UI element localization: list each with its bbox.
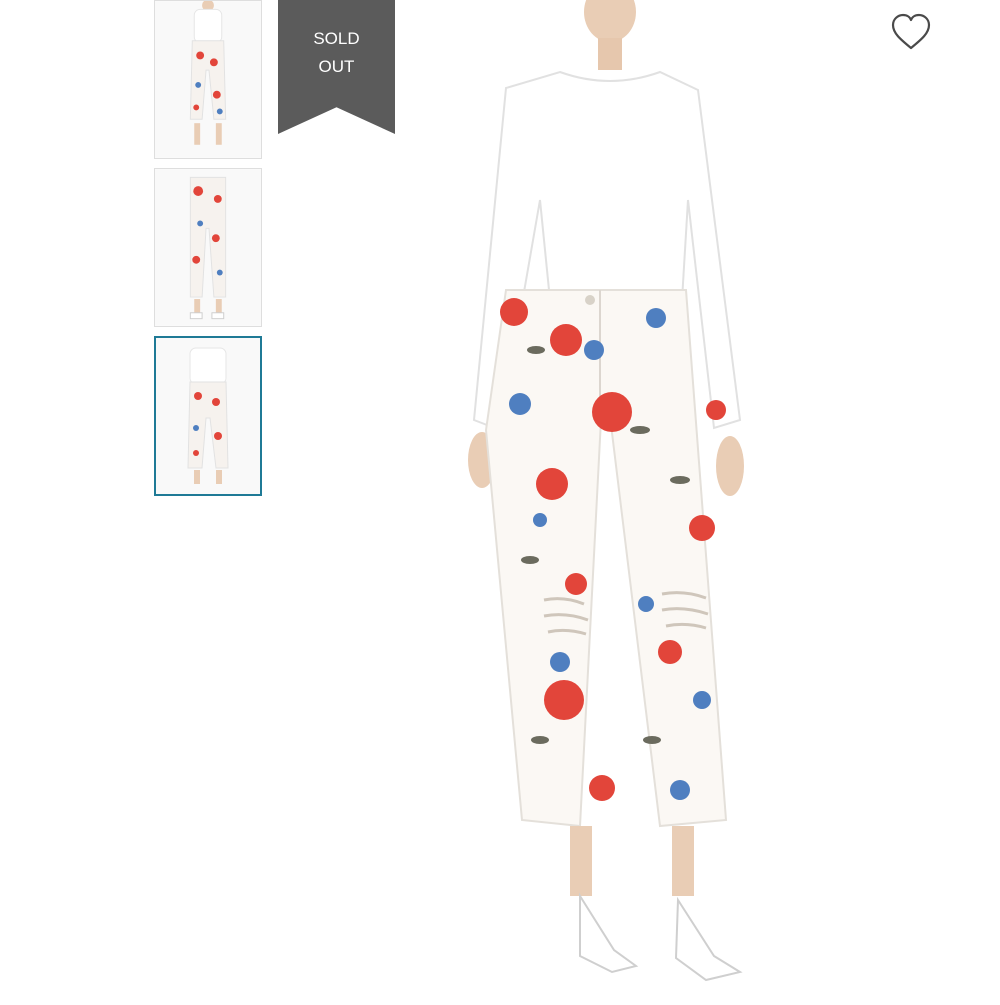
wishlist-heart-icon[interactable] [890,13,932,51]
main-product-image [440,0,770,1000]
thumbnail-front-cropped[interactable] [154,336,262,496]
thumbnail-back-image [155,169,261,326]
sold-out-badge-line2: OUT [318,57,355,76]
sold-out-badge: SOLD OUT [278,0,395,134]
sold-out-badge-line1: SOLD [313,29,360,48]
thumbnail-back[interactable] [154,168,262,327]
thumbnail-front-cropped-image [156,338,260,494]
thumbnail-front[interactable] [154,0,262,159]
heart-outline-icon [891,13,931,50]
model-illustration [468,0,744,982]
thumbnail-front-image [155,1,261,158]
